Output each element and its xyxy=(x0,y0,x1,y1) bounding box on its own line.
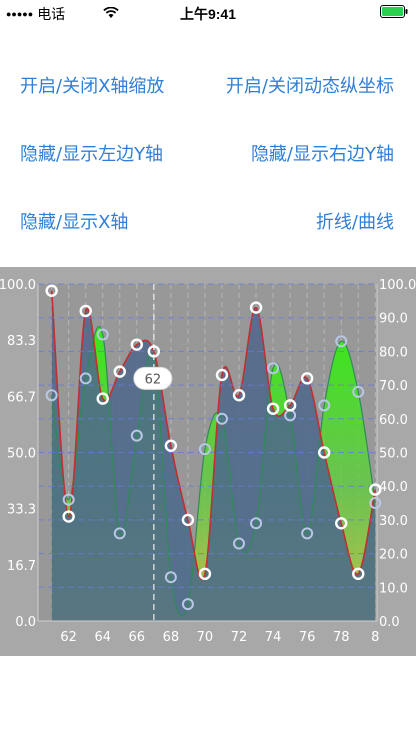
left-y-tick-label: 33.3 xyxy=(7,503,36,518)
x-tick-label: 64 xyxy=(94,630,111,645)
toggle-x-axis-button[interactable]: 隐藏/显示X轴 xyxy=(20,208,128,234)
right-y-tick-label: 100.0 xyxy=(379,278,416,293)
left-y-tick-label: 50.0 xyxy=(7,447,36,462)
toggle-left-y-axis-button[interactable]: 隐藏/显示左边Y轴 xyxy=(20,140,163,166)
right-y-tick-label: 10.0 xyxy=(379,581,408,596)
x-tick-label: 62 xyxy=(60,630,77,645)
right-y-tick-label: 40.0 xyxy=(379,480,408,495)
x-tick-label: 76 xyxy=(299,630,316,645)
x-tick-label: 68 xyxy=(163,630,180,645)
x-tick-label: 66 xyxy=(129,630,146,645)
right-y-tick-label: 50.0 xyxy=(379,447,408,462)
right-y-tick-label: 30.0 xyxy=(379,514,408,529)
battery-icon xyxy=(380,5,408,21)
right-y-tick-label: 90.0 xyxy=(379,312,408,327)
x-tick-label: 74 xyxy=(265,630,282,645)
toggle-x-zoom-button[interactable]: 开启/关闭X轴缩放 xyxy=(20,72,164,98)
right-y-tick-label: 80.0 xyxy=(379,345,408,360)
right-y-tick-label: 60.0 xyxy=(379,413,408,428)
toggle-dynamic-y-button[interactable]: 开启/关闭动态纵坐标 xyxy=(226,72,394,98)
line-chart[interactable]: 0.0 16.7 33.3 50.0 66.7 83.3 100.0 0.0 10.0 20.0 3… xyxy=(0,267,416,656)
x-tick-label: 78 xyxy=(333,630,350,645)
line-curve-toggle-button[interactable]: 折线/曲线 xyxy=(316,208,394,234)
x-tick-label: 72 xyxy=(231,630,248,645)
status-time: 上午9:41 xyxy=(179,6,237,22)
left-y-tick-label: 16.7 xyxy=(7,559,36,574)
toggle-right-y-axis-button[interactable]: 隐藏/显示右边Y轴 xyxy=(251,140,394,166)
left-y-tick-label: 66.7 xyxy=(7,390,36,405)
highlight-badge-label: 62 xyxy=(145,372,162,387)
left-y-tick-label: 83.3 xyxy=(7,334,36,349)
right-y-tick-label: 70.0 xyxy=(379,379,408,394)
status-bar: ●●●●● 电话 上午9:41 xyxy=(0,0,416,26)
x-tick-label: 70 xyxy=(197,630,214,645)
left-y-tick-label: 0.0 xyxy=(15,615,36,630)
right-y-tick-label: 20.0 xyxy=(379,548,408,563)
x-tick-label: 8 xyxy=(371,630,379,645)
left-y-tick-label: 100.0 xyxy=(0,278,36,293)
chart-panel[interactable]: 0.0 16.7 33.3 50.0 66.7 83.3 100.0 0.0 10.0 20.0 3… xyxy=(0,267,416,656)
right-y-tick-label: 0.0 xyxy=(379,615,400,630)
